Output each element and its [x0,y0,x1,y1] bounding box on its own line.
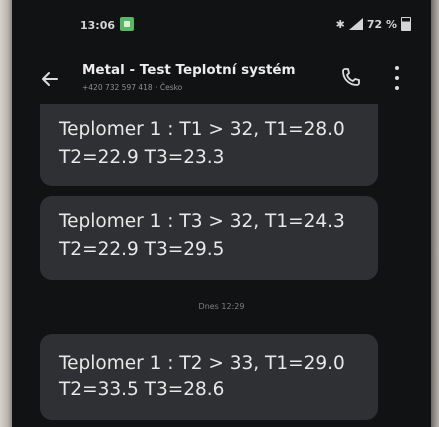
more-options-button[interactable] [390,66,404,90]
battery-icon [401,17,411,31]
contact-name[interactable]: Metal - Test Teplotní systém [82,62,296,78]
arrow-left-icon [42,72,58,86]
status-bar: 13:06 ✱ 72 % [12,0,431,50]
battery-percent: 72 % [366,17,397,31]
message-text-line: T2=33.5 T3=28.6 [59,379,225,400]
photo-edge-left [0,0,12,427]
phone-screen: 13:06 ✱ 72 % Metal - Test Teplotní systé… [12,0,431,427]
message-text-line: Teplomer 1 : T1 > 32, T1=28.0 [59,119,345,140]
message-bubble[interactable]: Teplomer 1 : T1 > 32, T1=28.0 T2=22.9 T3… [40,104,378,186]
date-separator: Dnes 12:29 [198,302,245,311]
conversation-header: Metal - Test Teplotní systém +420 732 59… [12,50,431,106]
more-vertical-icon-dot [395,66,399,70]
message-text-line: Teplomer 1 : T2 > 33, T1=29.0 [59,353,345,374]
more-vertical-icon-dot [395,76,399,80]
signal-icon [348,18,363,30]
more-vertical-icon-dot [395,86,399,90]
bluetooth-icon: ✱ [335,17,345,31]
phone-icon [342,68,360,86]
message-text-line: T2=22.9 T3=29.5 [59,239,225,260]
call-button[interactable] [338,64,364,90]
back-button[interactable] [38,67,62,91]
message-bubble[interactable]: Teplomer 1 : T2 > 33, T1=29.0 T2=33.5 T3… [40,334,378,420]
status-time: 13:06 [80,19,116,32]
message-bubble[interactable]: Teplomer 1 : T3 > 32, T1=24.3 T2=22.9 T3… [40,196,378,280]
contact-phone-number: +420 732 597 418 · Česko [82,83,183,92]
status-indicators: ✱ 72 % [336,17,411,31]
app-notification-icon [120,17,134,31]
photo-edge-right [431,0,439,427]
message-text-line: Teplomer 1 : T3 > 32, T1=24.3 [59,211,345,232]
message-text-line: T2=22.9 T3=23.3 [59,147,225,168]
